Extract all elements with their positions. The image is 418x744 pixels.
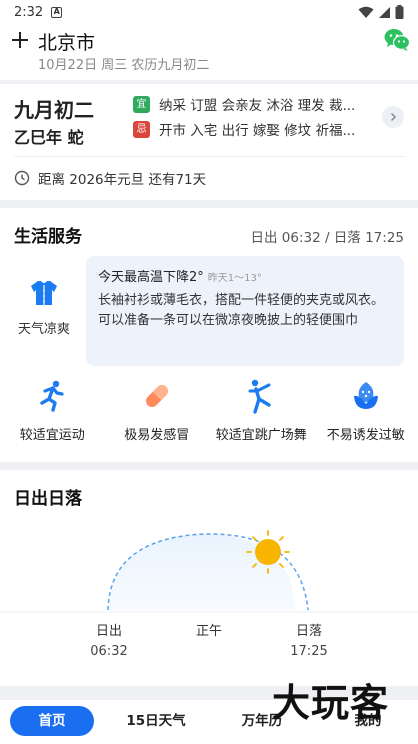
- ji-row: 忌 开市 入宅 出行 嫁娶 修坟 祈福...: [133, 119, 373, 139]
- noon-info: 正午: [179, 620, 239, 639]
- almanac-detail-button[interactable]: [382, 106, 404, 128]
- service-item-allergy[interactable]: 不易诱发过敏: [314, 376, 418, 443]
- countdown-text: 距离 2026年元旦 还有71天: [38, 172, 207, 188]
- dancing-icon: [248, 379, 271, 414]
- city-title[interactable]: 北京市: [38, 28, 95, 55]
- sun-arc-chart: [0, 530, 418, 613]
- service-items: 较适宜运动 极易发感冒 较适宜跳广场舞 不易诱发过敏: [0, 376, 418, 443]
- running-icon: [40, 380, 64, 412]
- wechat-icon[interactable]: [384, 28, 410, 52]
- jacket-icon: [31, 281, 57, 305]
- tip-body: 长袖衬衫或薄毛衣，搭配一件轻便的夹克或风衣。可以准备一条可以在微凉夜晚披上的轻便…: [98, 293, 385, 328]
- tab-home[interactable]: 首页: [10, 706, 94, 736]
- signal-icon: [379, 6, 390, 18]
- service-item-cold[interactable]: 极易发感冒: [105, 376, 210, 443]
- chevron-right-icon: [390, 112, 397, 122]
- service-item-sport[interactable]: 较适宜运动: [0, 376, 105, 443]
- divider: [14, 156, 404, 157]
- service-label: 不易诱发过敏: [326, 428, 405, 443]
- service-label: 极易发感冒: [124, 428, 190, 443]
- status-icons: [358, 5, 404, 19]
- life-service-card: 生活服务 日出 06:32 / 日落 17:25 天气凉爽 今天最高温下降2° 昨…: [0, 208, 418, 462]
- service-label: 较适宜跳广场舞: [215, 428, 307, 443]
- sunrise-sunset-card: 日出日落 日出 06:32 正午 日落 17:25: [0, 470, 418, 686]
- lunar-day: 九月初二: [14, 98, 94, 122]
- wifi-icon: [358, 6, 374, 18]
- tip-sub: 昨天1～13°: [207, 273, 262, 284]
- sunrise-label: 日出: [95, 624, 122, 639]
- status-time: 2:32: [14, 4, 44, 20]
- service-label: 较适宜运动: [19, 428, 85, 443]
- sunset-info: 日落 17:25: [279, 620, 339, 659]
- watermark: 大玩客: [272, 681, 390, 725]
- ji-text: 开市 入宅 出行 嫁娶 修坟 祈福...: [159, 123, 356, 139]
- life-service-title: 生活服务: [14, 227, 82, 247]
- sun-times: 日出 06:32 / 日落 17:25: [250, 230, 404, 246]
- yi-badge: 宜: [133, 95, 150, 113]
- tab-15-day-weather[interactable]: 15日天气: [114, 706, 198, 736]
- tip-head: 今天最高温下降2° 昨天1～13°: [98, 266, 392, 285]
- ji-badge: 忌: [133, 120, 150, 138]
- flower-icon: [353, 382, 378, 409]
- notification-a-icon: A: [51, 6, 63, 18]
- battery-icon: [395, 5, 404, 19]
- clock-icon: [14, 170, 30, 186]
- sunrise-time: 06:32: [90, 644, 128, 659]
- tip-title: 今天最高温下降2°: [98, 270, 204, 285]
- status-bar: 2:32 A: [0, 0, 418, 24]
- sunrise-sunset-title: 日出日落: [14, 489, 82, 509]
- countdown: 距离 2026年元旦 还有71天: [14, 168, 206, 188]
- clothing-tip: 今天最高温下降2° 昨天1～13° 长袖衬衫或薄毛衣，搭配一件轻便的夹克或风衣。可…: [86, 256, 404, 366]
- header: 北京市 10月22日 周三 农历九月初二: [0, 24, 418, 80]
- yi-text: 纳采 订盟 会亲友 沐浴 理发 裁...: [159, 98, 356, 114]
- sunset-label: 日落: [295, 624, 322, 639]
- noon-label: 正午: [195, 624, 222, 639]
- sunset-time: 17:25: [290, 644, 328, 659]
- date-line: 10月22日 周三 农历九月初二: [38, 58, 210, 73]
- pill-icon: [145, 385, 168, 407]
- yi-row: 宜 纳采 订盟 会亲友 沐浴 理发 裁...: [133, 94, 373, 114]
- sunrise-info: 日出 06:32: [79, 620, 139, 659]
- weather-cool[interactable]: 天气凉爽: [12, 278, 76, 337]
- service-item-dance[interactable]: 较适宜跳广场舞: [209, 376, 314, 443]
- add-city-icon[interactable]: [8, 28, 32, 52]
- lunar-year: 乙巳年 蛇: [14, 128, 84, 147]
- weather-cool-label: 天气凉爽: [17, 322, 70, 337]
- almanac-card[interactable]: 九月初二 乙巳年 蛇 宜 纳采 订盟 会亲友 沐浴 理发 裁... 忌 开市 入…: [0, 84, 418, 200]
